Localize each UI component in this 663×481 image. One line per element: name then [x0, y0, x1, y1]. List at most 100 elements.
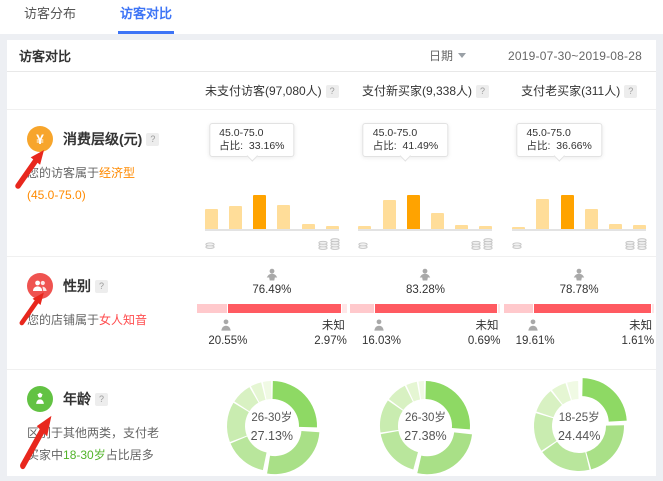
- gender-label-cell: 性别 ? 您的店铺属于女人知音: [7, 257, 195, 370]
- female-icon: [572, 267, 587, 285]
- male-percentage: 16.03%: [350, 335, 412, 347]
- unknown-segment: [498, 304, 500, 313]
- column-title-text: 未支付访客(97,080人): [205, 84, 322, 98]
- help-icon[interactable]: ?: [146, 133, 159, 146]
- yuan-glyph: ¥: [36, 131, 44, 147]
- desc-text: 您的访客属于: [27, 166, 99, 180]
- female-icon: [418, 267, 433, 285]
- column-title-text: 支付新买家(9,338人): [362, 84, 472, 98]
- age-chart-col2: 26-30岁 27.38%: [349, 370, 503, 481]
- help-icon[interactable]: ?: [95, 280, 108, 293]
- column-title-new-buyers: 支付新买家(9,338人)?: [349, 82, 503, 99]
- consumption-chart-col2: 45.0-75.0 占比: 41.49%: [349, 110, 503, 257]
- female-percentage: 83.28%: [350, 284, 500, 296]
- male-segment: [197, 304, 227, 313]
- gender-row-title: 性别: [63, 276, 91, 296]
- gender-chart-col1: 76.49% 20.55% 未知 2.97%: [195, 257, 349, 370]
- help-icon[interactable]: ?: [95, 393, 108, 406]
- consumption-bar-chart[interactable]: [512, 195, 646, 231]
- age-donut-chart[interactable]: [222, 376, 322, 476]
- unknown-percentage: 0.69%: [468, 335, 501, 347]
- tooltip-value: 33.16%: [249, 140, 285, 152]
- male-icon: [526, 318, 540, 335]
- help-icon[interactable]: ?: [326, 85, 339, 98]
- section-gender: 性别 ? 您的店铺属于女人知音 76.49% 20.55% 未知 2.97%: [7, 257, 656, 370]
- consumption-chart-col1: 45.0-75.0 占比: 33.16%: [195, 110, 349, 257]
- consumption-row-title: 消费层级(元): [63, 129, 142, 149]
- age-donut-chart[interactable]: [375, 376, 475, 476]
- date-dropdown[interactable]: 日期: [429, 47, 466, 64]
- coin-axis-icons: [504, 235, 654, 251]
- column-title-unpaid-visitors: 未支付访客(97,080人)?: [195, 82, 349, 99]
- unknown-label: 未知: [629, 317, 652, 333]
- chart-tooltip: 45.0-75.0 占比: 41.49%: [363, 123, 448, 157]
- female-percentage: 76.49%: [197, 284, 347, 296]
- gender-chart-col2: 83.28% 16.03% 未知 0.69%: [349, 257, 503, 370]
- age-chart-col1: 26-30岁 27.13%: [195, 370, 349, 481]
- column-title-text: 支付老买家(311人): [521, 84, 620, 98]
- consumption-bar-chart[interactable]: [358, 195, 492, 231]
- column-header-row: 未支付访客(97,080人)? 支付新买家(9,338人)? 支付老买家(311…: [7, 72, 656, 110]
- unknown-segment: [342, 304, 346, 313]
- desc-highlight: 18-30岁: [63, 448, 106, 462]
- desc-highlight: 女人知音: [99, 313, 147, 327]
- male-icon: [372, 318, 386, 335]
- gender-stacked-bar[interactable]: [350, 304, 500, 313]
- unknown-label: 未知: [475, 317, 498, 333]
- tooltip-prefix: 占比:: [219, 140, 243, 152]
- female-icon: [264, 267, 279, 285]
- male-percentage: 20.55%: [197, 335, 259, 347]
- unknown-percentage: 1.61%: [622, 335, 655, 347]
- column-title-repeat-buyers: 支付老买家(311人)?: [502, 82, 656, 99]
- panel-header: 访客对比 日期 2019-07-30~2019-08-28: [7, 40, 656, 72]
- gender-users-icon: [27, 273, 53, 299]
- age-donut-chart[interactable]: [529, 376, 629, 476]
- unknown-segment: [652, 304, 654, 313]
- person-icon: [27, 386, 53, 412]
- tooltip-prefix: 占比:: [373, 140, 397, 152]
- age-description: 区别于其他两类，支付老买家中18-30岁占比居多: [27, 422, 163, 466]
- female-segment: [228, 304, 341, 313]
- section-age: 年龄 ? 区别于其他两类，支付老买家中18-30岁占比居多 26-30岁 27.…: [7, 370, 656, 481]
- tooltip-value: 41.49%: [403, 140, 439, 152]
- visitor-comparison-panel: 访客对比 日期 2019-07-30~2019-08-28 未支付访客(97,0…: [7, 40, 656, 476]
- coin-axis-icons: [197, 235, 347, 251]
- male-segment: [350, 304, 374, 313]
- female-segment: [375, 304, 497, 313]
- desc-text: 占比居多: [106, 448, 154, 462]
- unknown-percentage: 2.97%: [314, 335, 347, 347]
- female-segment: [534, 304, 651, 313]
- help-icon[interactable]: ?: [624, 85, 637, 98]
- gender-stacked-bar[interactable]: [504, 304, 654, 313]
- top-tab-bar: 访客分布 访客对比: [0, 0, 663, 34]
- date-dropdown-label: 日期: [429, 47, 453, 64]
- date-range-value[interactable]: 2019-07-30~2019-08-28: [508, 49, 642, 63]
- tooltip-range: 45.0-75.0: [526, 127, 591, 140]
- male-icon: [219, 318, 233, 335]
- consumption-label-cell: ¥ 消费层级(元) ? 您的访客属于经济型(45.0-75.0): [7, 110, 195, 257]
- male-segment: [504, 304, 533, 313]
- tab-visitor-comparison[interactable]: 访客对比: [118, 0, 174, 34]
- gender-description: 您的店铺属于女人知音: [27, 309, 151, 331]
- tab-visitor-distribution[interactable]: 访客分布: [22, 0, 78, 34]
- yuan-icon: ¥: [27, 126, 53, 152]
- chart-tooltip: 45.0-75.0 占比: 36.66%: [516, 123, 601, 157]
- desc-text: 您的店铺属于: [27, 313, 99, 327]
- consumption-description: 您的访客属于经济型(45.0-75.0): [27, 162, 151, 206]
- tooltip-prefix: 占比:: [526, 140, 550, 152]
- tooltip-range: 45.0-75.0: [219, 127, 284, 140]
- chevron-down-icon: [458, 53, 466, 58]
- female-percentage: 78.78%: [504, 284, 654, 296]
- page-title: 访客对比: [19, 46, 71, 65]
- age-row-title: 年龄: [63, 389, 91, 409]
- section-consumption-level: ¥ 消费层级(元) ? 您的访客属于经济型(45.0-75.0) 45.0-75…: [7, 110, 656, 257]
- unknown-label: 未知: [322, 317, 345, 333]
- gender-stacked-bar[interactable]: [197, 304, 347, 313]
- coin-axis-icons: [350, 235, 500, 251]
- consumption-bar-chart[interactable]: [205, 195, 339, 231]
- help-icon[interactable]: ?: [476, 85, 489, 98]
- age-label-cell: 年龄 ? 区别于其他两类，支付老买家中18-30岁占比居多: [7, 370, 195, 481]
- gender-chart-col3: 78.78% 19.61% 未知 1.61%: [502, 257, 656, 370]
- age-chart-col3: 18-25岁 24.44%: [502, 370, 656, 481]
- chart-tooltip: 45.0-75.0 占比: 33.16%: [209, 123, 294, 157]
